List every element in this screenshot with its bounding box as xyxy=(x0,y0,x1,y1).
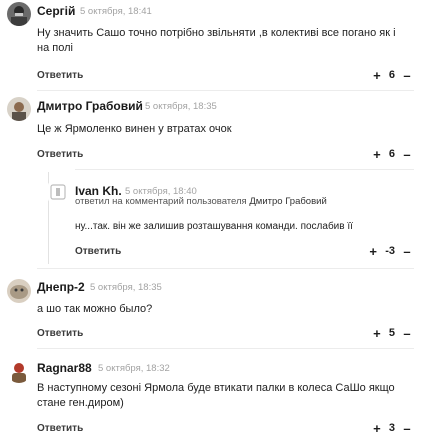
comment-author[interactable]: Днепр-2 xyxy=(37,280,85,294)
vote-control: + 3 – xyxy=(370,421,414,436)
minus-icon[interactable]: – xyxy=(400,421,414,436)
user-photo-icon xyxy=(7,2,31,26)
comment-date: 5 октября, 18:35 xyxy=(90,282,162,293)
reply-button[interactable]: Ответить xyxy=(37,70,83,81)
comment: Сергій 5 октября, 18:41 Ну значить Сашо … xyxy=(0,2,428,91)
minus-icon[interactable]: – xyxy=(400,326,414,341)
comment-header: Дмитро Грабовий 5 октября, 18:35 xyxy=(0,97,428,121)
vote-control: + 5 – xyxy=(370,326,414,341)
comment-header: Ragnar88 5 октября, 18:32 xyxy=(0,359,428,383)
minus-icon[interactable]: – xyxy=(400,244,414,259)
comment-text: ну...так. він же залишив розташування ко… xyxy=(75,221,353,232)
vote-control: + 6 – xyxy=(370,147,414,162)
default-avatar-icon xyxy=(48,182,68,202)
vote-score: 3 xyxy=(388,422,395,434)
comment: Днепр-2 5 октября, 18:35 а шо так можно … xyxy=(0,278,428,349)
vote-score: 5 xyxy=(388,327,395,339)
comment-date: 5 октября, 18:41 xyxy=(80,6,152,17)
comment-reply: Ivan Kh. 5 октября, 18:40 ответил на ком… xyxy=(0,182,428,269)
comment: Ragnar88 5 октября, 18:32 В наступному с… xyxy=(0,359,428,436)
comment-author[interactable]: Сергій xyxy=(37,4,75,18)
reply-to-prefix: ответил на комментарий пользователя xyxy=(75,196,247,207)
comments-feed: Сергій 5 октября, 18:41 Ну значить Сашо … xyxy=(0,0,428,446)
comment-text: В наступному сезоні Ярмола буде втикати … xyxy=(37,382,395,409)
vote-control: + 6 – xyxy=(370,68,414,83)
plus-icon[interactable]: + xyxy=(370,326,384,341)
comment-author[interactable]: Ragnar88 xyxy=(37,361,92,375)
comment-divider xyxy=(37,348,414,349)
avatar[interactable] xyxy=(7,97,31,121)
comment-date: 5 октября, 18:35 xyxy=(145,101,217,112)
comment-text: а шо так можно было? xyxy=(37,303,153,315)
avatar[interactable] xyxy=(7,279,31,303)
plus-icon[interactable]: + xyxy=(370,68,384,83)
comment-header: Сергій 5 октября, 18:41 xyxy=(0,2,428,26)
comment-date: 5 октября, 18:32 xyxy=(98,363,170,374)
reply-to-note: ответил на комментарий пользователя Дмит… xyxy=(75,196,327,207)
avatar[interactable] xyxy=(48,182,68,202)
comment: Дмитро Грабовий 5 октября, 18:35 Це ж Яр… xyxy=(0,97,428,170)
plus-icon[interactable]: + xyxy=(370,147,384,162)
comment-divider xyxy=(37,268,414,269)
minus-icon[interactable]: – xyxy=(400,147,414,162)
vote-score: 6 xyxy=(388,148,395,160)
reply-button[interactable]: Ответить xyxy=(37,423,83,434)
comment-text: Ну значить Сашо точно потрібно звільняти… xyxy=(37,27,396,54)
avatar[interactable] xyxy=(7,359,31,383)
vote-score: 6 xyxy=(388,69,395,81)
plus-icon[interactable]: + xyxy=(370,421,384,436)
comment-text: Це ж Ярмоленко винен у втратах очок xyxy=(37,123,232,135)
comment-divider xyxy=(75,169,414,170)
reply-button[interactable]: Ответить xyxy=(37,149,83,160)
reply-button[interactable]: Ответить xyxy=(75,246,121,257)
user-photo-icon xyxy=(7,359,31,383)
vote-control: + -3 – xyxy=(366,244,414,259)
comment-divider xyxy=(37,90,414,91)
comment-header: Днепр-2 5 октября, 18:35 xyxy=(0,278,428,303)
reply-button[interactable]: Ответить xyxy=(37,328,83,339)
plus-icon[interactable]: + xyxy=(366,244,380,259)
minus-icon[interactable]: – xyxy=(400,68,414,83)
user-photo-icon xyxy=(7,97,31,121)
comment-author[interactable]: Дмитро Грабовий xyxy=(37,99,143,113)
user-photo-icon xyxy=(7,279,31,303)
reply-to-user[interactable]: Дмитро Грабовий xyxy=(249,196,326,207)
vote-score: -3 xyxy=(385,245,395,257)
avatar[interactable] xyxy=(7,2,31,26)
